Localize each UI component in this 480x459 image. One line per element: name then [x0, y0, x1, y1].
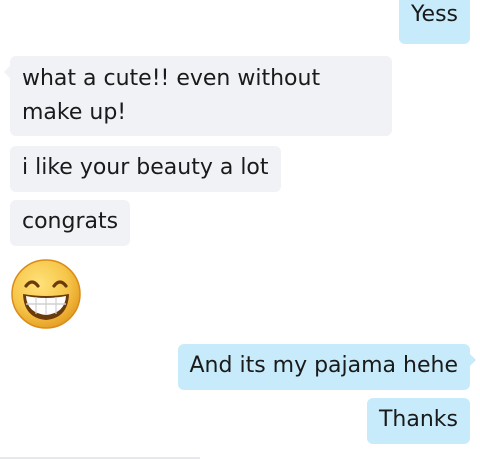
- chat-conversation: Yess what a cute!! even without make up!…: [0, 0, 480, 459]
- message-text: Yess: [411, 2, 458, 27]
- outgoing-message[interactable]: Yess: [399, 0, 470, 44]
- grinning-smiley-icon[interactable]: [10, 258, 82, 330]
- outgoing-message[interactable]: Thanks: [366, 398, 470, 444]
- message-text: congrats: [22, 209, 119, 234]
- incoming-message[interactable]: congrats: [10, 200, 131, 246]
- incoming-message[interactable]: what a cute!! even without make up!: [4, 56, 392, 136]
- outgoing-message[interactable]: And its my pajama hehe: [177, 344, 476, 390]
- message-text: Thanks: [378, 407, 458, 432]
- incoming-message[interactable]: i like your beauty a lot: [10, 146, 281, 192]
- message-text: And its my pajama hehe: [189, 353, 459, 378]
- message-text: i like your beauty a lot: [22, 155, 269, 180]
- message-text: what a cute!! even without make up!: [22, 66, 321, 125]
